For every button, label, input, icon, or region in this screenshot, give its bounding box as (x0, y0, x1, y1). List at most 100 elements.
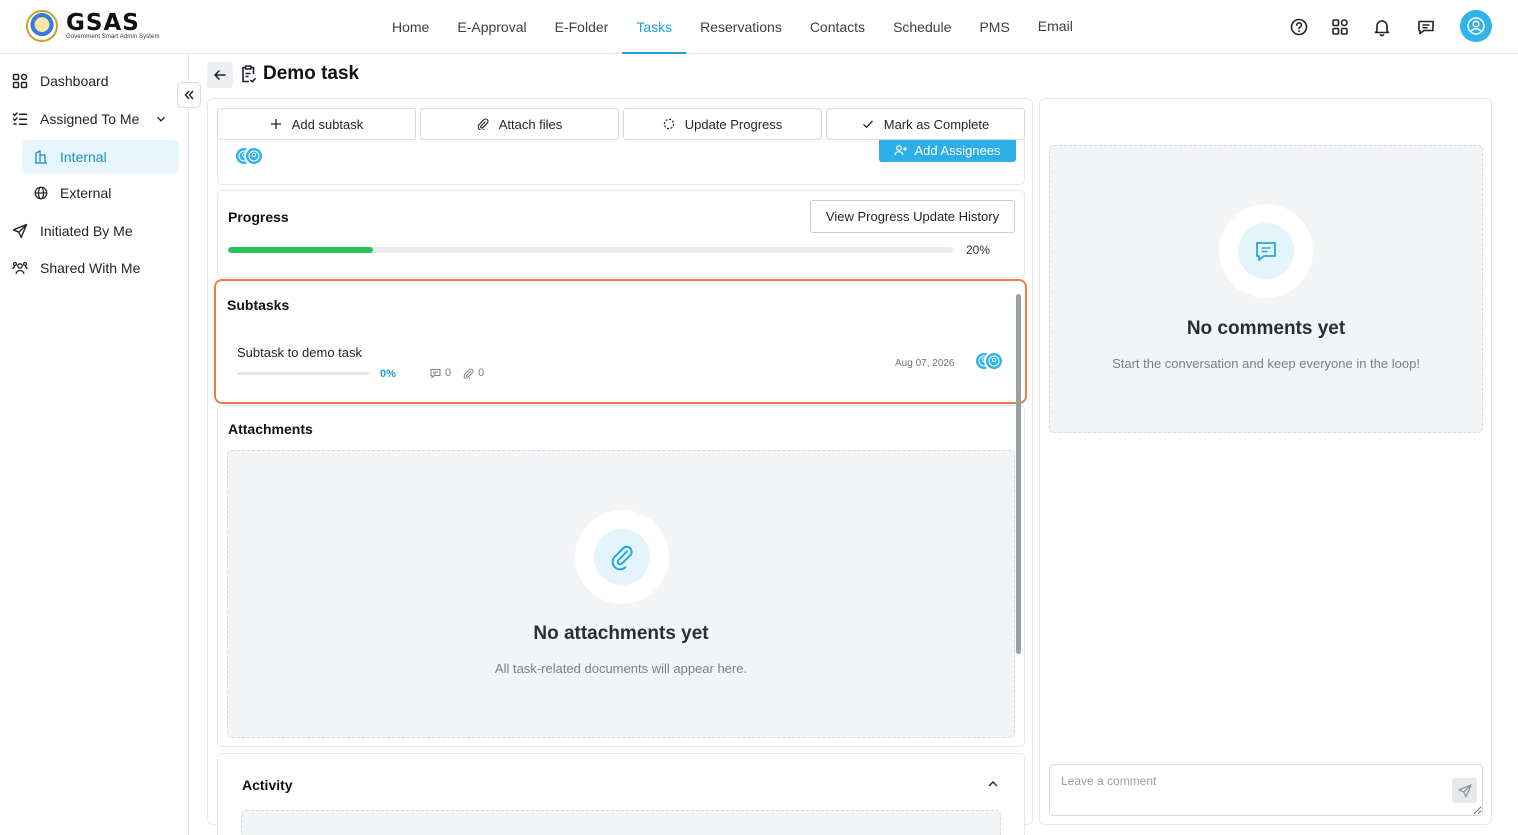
progress-percent: 20% (966, 243, 991, 257)
sidebar-item-label: Initiated By Me (40, 223, 133, 239)
nav-pms[interactable]: PMS (965, 0, 1023, 54)
activity-list (241, 810, 1001, 835)
attachments-empty-state: No attachments yet All task-related docu… (227, 450, 1015, 738)
mark-complete-button[interactable]: Mark as Complete (826, 108, 1025, 140)
add-user-icon (894, 145, 908, 156)
send-comment-button[interactable] (1452, 778, 1477, 803)
user-avatar[interactable] (1460, 10, 1492, 42)
top-navbar: GSAS Government Smart Admin System Home … (0, 0, 1518, 54)
message-icon (1256, 242, 1276, 261)
task-clipboard-icon (242, 64, 257, 83)
logo[interactable]: GSAS Government Smart Admin System (26, 10, 160, 42)
add-subtask-button[interactable]: Add subtask (217, 108, 416, 140)
chevron-up-icon[interactable] (987, 778, 999, 790)
subtasks-card: Subtasks Subtask to demo task 0% 0 0 Aug… (214, 279, 1027, 404)
logo-title: GSAS (66, 9, 140, 36)
user-icon (1467, 17, 1485, 35)
back-button[interactable] (207, 62, 233, 88)
nav-home[interactable]: Home (378, 0, 443, 54)
user-icon (988, 355, 1000, 367)
progress-bar-fill (228, 247, 373, 253)
nav-schedule[interactable]: Schedule (879, 0, 965, 54)
nav-e-approval[interactable]: E-Approval (443, 0, 540, 54)
nav-reservations[interactable]: Reservations (686, 0, 796, 54)
sidebar-item-label: Internal (60, 149, 107, 165)
sidebar-item-label: Dashboard (40, 73, 109, 89)
paperclip-icon (463, 368, 474, 379)
main-scrollbar[interactable] (1016, 294, 1021, 654)
nav-e-folder[interactable]: E-Folder (541, 0, 623, 54)
check-icon (862, 120, 873, 129)
subtask-name[interactable]: Subtask to demo task (237, 345, 362, 360)
subtask-comment-count: 0 (445, 367, 452, 379)
sidebar-item-initiated-by-me[interactable]: Initiated By Me (12, 214, 133, 248)
sidebar-item-shared-with-me[interactable]: Shared With Me (12, 251, 140, 285)
sidebar-item-internal[interactable]: Internal (22, 140, 179, 174)
apps-grid-icon[interactable] (1330, 17, 1350, 37)
paperclip-icon (477, 118, 489, 130)
notification-bell-icon[interactable] (1372, 17, 1392, 37)
progress-card: Progress View Progress Update History 20… (217, 190, 1025, 278)
double-chevron-left-icon (184, 90, 194, 100)
sidebar-collapse-button[interactable] (177, 82, 201, 108)
attachments-title: Attachments (228, 421, 313, 437)
chevron-down-icon (157, 116, 165, 122)
comment-input[interactable] (1049, 764, 1483, 816)
sidebar-item-external[interactable]: External (22, 176, 179, 210)
comments-empty-title: No comments yet (1186, 318, 1346, 339)
comment-icon (430, 368, 441, 379)
subtask-progress-bar (237, 372, 370, 375)
send-icon (1457, 783, 1472, 797)
sidebar: Dashboard Assigned To Me Internal Extern… (0, 54, 189, 835)
sidebar-item-assigned-to-me[interactable]: Assigned To Me (12, 102, 172, 136)
comments-empty-state: No comments yet Start the conversation a… (1049, 145, 1483, 433)
sidebar-item-label: External (60, 185, 112, 201)
nav-tasks[interactable]: Tasks (622, 0, 686, 54)
dashboard-icon (12, 73, 28, 89)
sidebar-item-label: Shared With Me (40, 260, 141, 276)
arrow-left-icon (213, 70, 226, 80)
subtasks-title: Subtasks (227, 297, 290, 313)
attachments-empty-subtitle: All task-related documents will appear h… (494, 661, 748, 676)
progress-bar (228, 247, 953, 253)
update-progress-button[interactable]: Update Progress (623, 108, 822, 140)
comments-panel: No comments yet Start the conversation a… (1039, 98, 1492, 825)
activity-card[interactable]: Activity (217, 753, 1025, 835)
avatar[interactable] (984, 351, 1004, 371)
checklist-icon (12, 112, 28, 125)
view-progress-history-button[interactable]: View Progress Update History (810, 200, 1015, 233)
globe-icon (34, 186, 48, 200)
user-icon (248, 150, 260, 162)
attachments-empty-title: No attachments yet (533, 623, 709, 644)
comments-empty-subtitle: Start the conversation and keep everyone… (1112, 356, 1420, 371)
logo-subtitle: Government Smart Admin System (66, 33, 160, 40)
subtask-meta: 0 0 (430, 367, 496, 379)
avatar[interactable] (244, 146, 264, 166)
task-action-bar: Add subtask Attach files Update Progress… (217, 108, 1027, 140)
building-icon (35, 150, 47, 164)
sidebar-item-label: Assigned To Me (40, 111, 140, 127)
main-nav: Home E-Approval E-Folder Tasks Reservati… (378, 0, 1087, 54)
loader-icon (663, 118, 674, 130)
plus-icon (270, 119, 281, 129)
attachments-card: Attachments No attachments yet All task-… (217, 405, 1025, 747)
help-icon[interactable] (1289, 17, 1309, 37)
send-icon (12, 223, 28, 239)
messages-icon[interactable] (1416, 17, 1436, 37)
assignees-card: Add Assignees (217, 140, 1025, 185)
subtask-due-date: Aug 07, 2026 (895, 358, 955, 369)
add-assignees-button[interactable]: Add Assignees (879, 140, 1016, 162)
paperclip-icon (611, 545, 633, 571)
page-title: Demo task (240, 63, 359, 85)
nav-contacts[interactable]: Contacts (796, 0, 879, 54)
logo-seal-icon (26, 10, 58, 42)
subtask-progress-percent: 0% (380, 368, 396, 380)
attach-files-button[interactable]: Attach files (420, 108, 619, 140)
nav-email[interactable]: Email (1024, 0, 1087, 54)
subtask-attachment-count: 0 (478, 367, 485, 379)
sidebar-item-dashboard[interactable]: Dashboard (12, 64, 109, 98)
activity-title: Activity (242, 777, 293, 793)
users-icon (12, 261, 28, 275)
subtask-assignee-avatars (974, 351, 1004, 371)
assignee-avatars (234, 146, 264, 166)
